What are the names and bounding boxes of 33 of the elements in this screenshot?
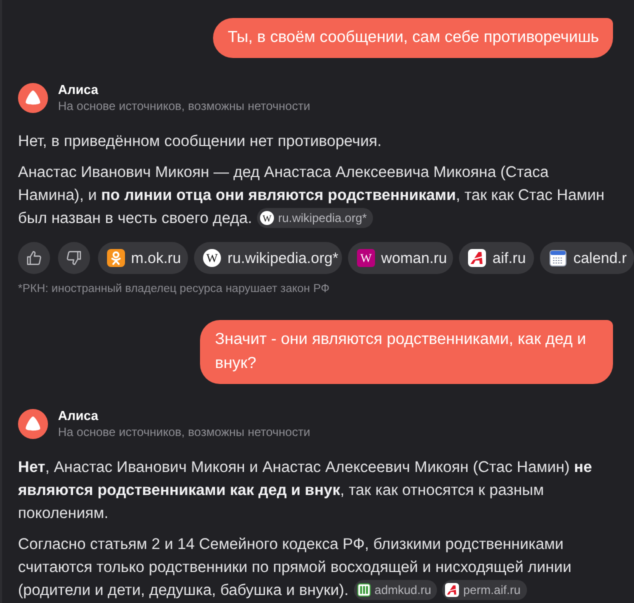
letter-w-logo-icon: W	[203, 249, 222, 267]
source-chip[interactable]: m.ok.ru	[98, 242, 188, 274]
assistant-avatar-icon	[18, 409, 48, 439]
source-link[interactable]: W ru.wikipedia.org*	[257, 208, 373, 228]
user-message: Ты, в своём сообщении, сам себе противоречишь	[212, 18, 613, 58]
calendar-icon	[549, 249, 568, 267]
answer-text: Анастас Иванович Микоян — дед Анастаса Алексеевича Микояна (Стаса Намина), и по линии отца они являются родственниками, так как Стас Намин был назван в честь своего деда. W ru.wikipedia.org*	[18, 161, 614, 230]
answer-text: Нет, в приведённом сообщении нет противоречия.	[18, 132, 382, 152]
slanted-logo-icon	[445, 582, 460, 597]
disclaimer-text: На основе источников, возможны неточности	[58, 424, 310, 440]
assistant-avatar-icon	[18, 83, 48, 113]
disclaimer-text: На основе источников, возможны неточности	[58, 98, 310, 114]
source-chip[interactable]: W woman.ru	[348, 242, 454, 274]
slanted-logo-icon	[468, 249, 486, 267]
source-link[interactable]: perm.aif.ru	[442, 580, 527, 600]
letter-w-logo-icon: W	[260, 210, 274, 225]
striped-tile-icon	[356, 582, 371, 597]
like-button[interactable]	[18, 242, 50, 274]
thumbs-up-icon	[25, 249, 43, 267]
author-name: Алиса	[58, 408, 98, 424]
author-name: Алиса	[58, 82, 98, 98]
source-chip[interactable]: aif.ru	[459, 242, 534, 274]
thumbs-down-icon	[65, 249, 83, 267]
source-link[interactable]: admkud.ru	[354, 580, 438, 600]
dislike-button[interactable]	[58, 242, 90, 274]
figure-logo-icon	[107, 249, 125, 267]
user-message: Значит - они являются родственниками, как дед и внук?	[200, 320, 613, 384]
answer-text: Согласно статьям 2 и 14 Семейного кодекса РФ, близкими родственниками считаются только родственники по прямой восходящей и нисходящей линии (родители и дети, дедушка, бабушка и внуки). admkud.ru perm.aif.ru	[18, 535, 572, 602]
answer-text: Нет, Анастас Иванович Микоян и Анастас Алексеевич Микоян (Стас Намин) не являются родственниками как дед и внук, так как относятся к разным поколениям.	[18, 458, 593, 524]
letter-w-tile-icon: W	[357, 249, 376, 267]
source-chip[interactable]: W ru.wikipedia.org*	[194, 242, 342, 274]
source-chip[interactable]: calend.r	[540, 242, 634, 274]
footnote-text: *РКН: иностранный владелец ресурса нарушает закон РФ	[18, 282, 330, 296]
